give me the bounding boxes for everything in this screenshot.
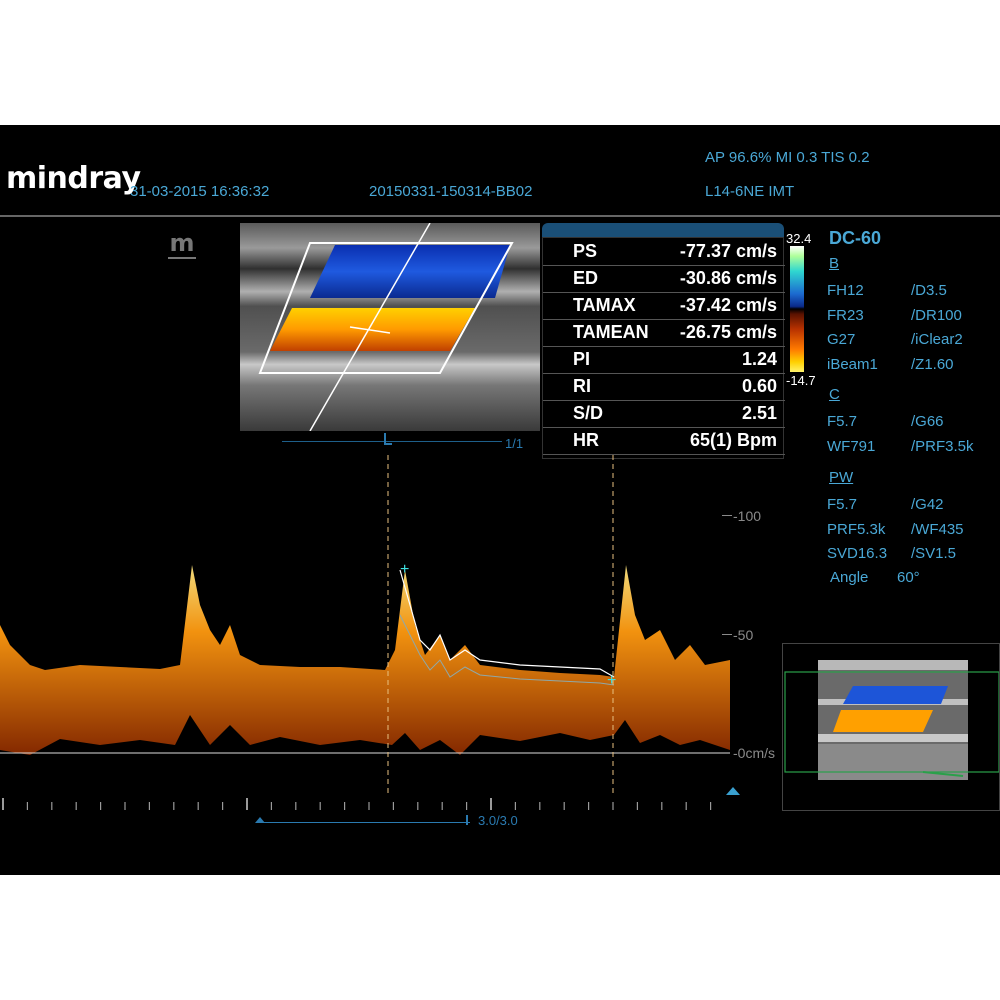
param-key: SVD16.3	[827, 545, 888, 563]
param-key: iBeam1	[827, 355, 878, 373]
param-key: F5.7	[827, 496, 858, 513]
measurement-row: S/D 2.51	[543, 400, 785, 428]
param-row: FR23/DR100	[827, 304, 962, 329]
measurement-row: PI 1.24	[543, 346, 785, 374]
scale-label-0: -0cm/s	[733, 745, 775, 761]
frame-slider-handle[interactable]	[384, 433, 392, 445]
measurement-tab[interactable]	[542, 223, 784, 237]
header-divider	[0, 215, 1000, 217]
param-value: /G42	[911, 496, 944, 513]
param-value: /iClear2	[911, 331, 963, 349]
color-scale-bar	[790, 246, 804, 372]
measurement-results: PS -77.37 cm/s ED -30.86 cm/s TAMAX -37.42 cm…	[542, 237, 785, 459]
frame-scrollbar[interactable]	[282, 441, 502, 442]
color-doppler-image	[240, 223, 540, 431]
angle-label: Angle	[830, 569, 869, 586]
measurement-label: PS	[573, 241, 598, 261]
pw-params: F5.7/G42 PRF5.3k/WF435 SVD16.3/SV1.5	[827, 493, 964, 567]
param-key: PRF5.3k	[827, 520, 886, 538]
param-value: /WF435	[911, 520, 964, 538]
b-params: FH12/D3.5 FR23/DR100 G27/iClear2 iBeam1/Z1.…	[827, 279, 963, 378]
probe-preset: L14-6NE IMT	[705, 183, 795, 200]
end-diastole-marker: +	[607, 672, 616, 689]
angle-value: 60°	[897, 569, 920, 586]
measurement-value: -30.86 cm/s	[679, 268, 777, 288]
color-scale-max: 32.4	[786, 231, 812, 246]
measurement-row: TAMEAN -26.75 cm/s	[543, 319, 785, 347]
measurement-label: TAMEAN	[573, 322, 649, 342]
doppler-spectrum: + +	[0, 455, 730, 810]
spectral-waveform	[0, 565, 730, 755]
measurement-label: PI	[573, 349, 591, 369]
c-params: F5.7/G66 WF791/PRF3.5k	[827, 410, 974, 460]
measurement-label: RI	[573, 376, 591, 396]
param-key: G27	[827, 331, 856, 349]
param-value: /D3.5	[911, 282, 947, 299]
param-key: WF791	[827, 437, 876, 455]
measurement-label: ED	[573, 268, 599, 288]
param-row: PRF5.3k/WF435	[827, 518, 964, 543]
measurement-value: 1.24	[741, 349, 777, 369]
brand-logo: mindray	[6, 161, 141, 196]
param-row: F5.7/G66	[827, 410, 944, 435]
param-key: FH12	[827, 282, 864, 299]
color-section[interactable]: C	[829, 386, 840, 403]
measurement-row: TAMAX -37.42 cm/s	[543, 292, 785, 320]
param-row: WF791/PRF3.5k	[827, 435, 974, 460]
color-scale-min: -14.7	[786, 373, 816, 388]
cine-scrollbar[interactable]	[258, 822, 470, 823]
tick-50	[722, 634, 732, 635]
param-value: /SV1.5	[911, 545, 957, 563]
mode-label: DC-60	[829, 228, 882, 248]
measurement-label: HR	[573, 430, 599, 450]
param-value: /DR100	[911, 306, 962, 324]
param-row: FH12/D3.5	[827, 279, 947, 304]
exam-datetime: 31-03-2015 16:36:32	[130, 183, 270, 200]
measurement-row: RI 0.60	[543, 373, 785, 401]
frame-counter: 1/1	[505, 436, 524, 451]
measurement-label: TAMAX	[573, 295, 636, 315]
measurement-row: HR 65(1) Bpm	[543, 427, 785, 455]
patient-id: 20150331-150314-BB02	[369, 183, 533, 200]
cine-end-handle[interactable]	[466, 815, 468, 825]
param-row: SVD16.3/SV1.5	[827, 542, 956, 567]
time-axis	[0, 797, 730, 810]
measurement-value: 0.60	[741, 376, 777, 396]
param-row: F5.7/G42	[827, 493, 944, 518]
scale-label-50: -50	[733, 627, 754, 643]
acoustic-output: AP 96.6% MI 0.3 TIS 0.2	[705, 149, 870, 166]
measurement-row: PS -77.37 cm/s	[543, 238, 785, 266]
param-value: /G66	[911, 413, 944, 430]
param-key: FR23	[827, 306, 864, 324]
reference-thumbnail	[782, 643, 1000, 811]
scale-label-100: -100	[733, 508, 762, 524]
ultrasound-screen: mindray 31-03-2015 16:36:32 20150331-150…	[0, 125, 1000, 875]
m-logo-icon: m	[168, 229, 196, 259]
measurement-row: ED -30.86 cm/s	[543, 265, 785, 293]
measurement-label: S/D	[573, 403, 604, 423]
cine-start-handle[interactable]	[255, 817, 265, 823]
param-row: G27/iClear2	[827, 328, 963, 353]
peak-marker: +	[400, 561, 409, 578]
b-mode-section[interactable]: B	[829, 255, 839, 272]
param-key: F5.7	[827, 413, 858, 430]
cine-counter: 3.0/3.0	[478, 813, 518, 828]
param-row: iBeam1/Z1.60	[827, 353, 954, 378]
tick-100	[722, 515, 732, 516]
measurement-value: 65(1) Bpm	[689, 430, 777, 450]
measurement-value: -26.75 cm/s	[679, 322, 777, 342]
measurement-value: -77.37 cm/s	[679, 241, 777, 261]
param-value: /PRF3.5k	[911, 437, 974, 455]
pw-section[interactable]: PW	[829, 469, 853, 486]
baseline-arrow-icon[interactable]	[726, 787, 740, 795]
param-value: /Z1.60	[911, 355, 954, 373]
measurement-value: -37.42 cm/s	[679, 295, 777, 315]
measurement-value: 2.51	[741, 403, 777, 423]
